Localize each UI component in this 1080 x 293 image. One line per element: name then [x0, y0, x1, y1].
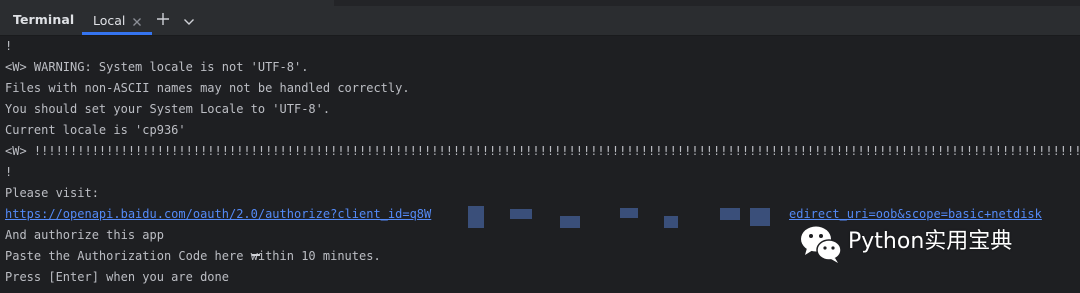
terminal-cursor: [252, 254, 260, 256]
terminal-line: Press [Enter] when you are done: [5, 270, 229, 284]
redaction-block: [720, 208, 740, 220]
terminal-line: Paste the Authorization Code here within…: [5, 249, 381, 263]
chevron-down-icon[interactable]: [182, 13, 196, 25]
terminal-line: And authorize this app: [5, 228, 164, 242]
header-strip: [334, 0, 1080, 6]
redaction-block: [560, 216, 580, 228]
terminal-line: You should set your System Locale to 'UT…: [5, 102, 331, 116]
tool-window-title: Terminal: [13, 12, 75, 27]
redaction-block: [750, 208, 770, 226]
terminal-tool-window-header: Terminal Local: [0, 0, 1080, 36]
terminal-line: !: [5, 39, 13, 53]
terminal-line: <W> WARNING: System locale is not 'UTF-8…: [5, 60, 309, 74]
terminal-line: Files with non-ASCII names may not be ha…: [5, 81, 410, 95]
watermark: Python实用宝典: [798, 221, 1068, 265]
terminal-line: <W> !!!!!!!!!!!!!!!!!!!!!!!!!!!!!!!!!!!!…: [5, 144, 1080, 158]
close-icon[interactable]: [131, 13, 143, 26]
tab-label: Local: [93, 13, 126, 28]
terminal-line: Please visit:: [5, 186, 99, 200]
redaction-block: [664, 216, 678, 228]
authorize-link-prefix[interactable]: https://openapi.baidu.com/oauth/2.0/auth…: [5, 206, 431, 222]
terminal-line: Current locale is 'cp936': [5, 123, 186, 137]
active-tab-indicator: [82, 32, 152, 35]
redaction-block: [620, 208, 638, 218]
wechat-logo-icon: [798, 221, 844, 265]
redaction-block: [468, 206, 484, 228]
plus-icon[interactable]: [155, 11, 171, 27]
redaction-block: [510, 209, 532, 219]
watermark-text: Python实用宝典: [848, 229, 1013, 254]
tab-local[interactable]: Local: [82, 0, 152, 35]
terminal-line: !: [5, 165, 13, 179]
authorize-link-suffix[interactable]: edirect_uri=oob&scope=basic+netdisk: [789, 206, 1042, 222]
